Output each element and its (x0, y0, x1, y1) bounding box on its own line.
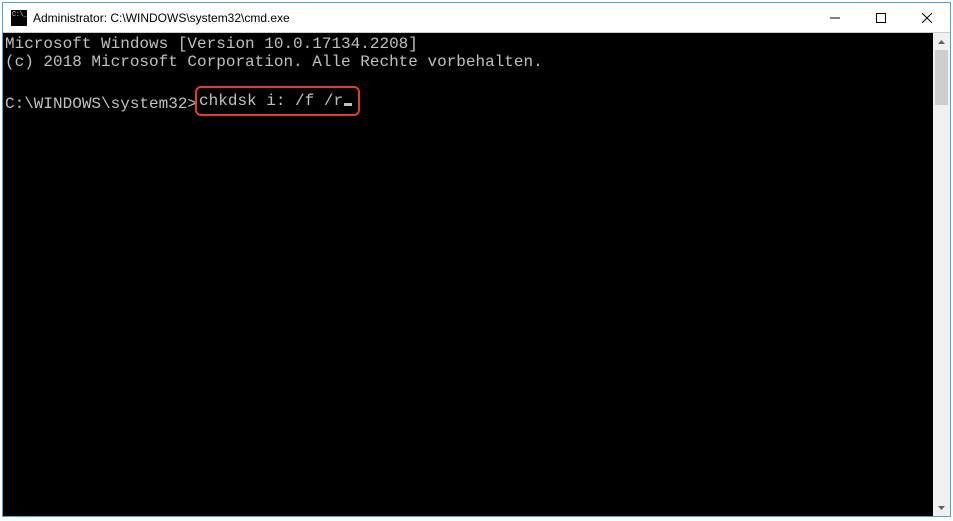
maximize-icon (876, 13, 886, 23)
window-title: Administrator: C:\WINDOWS\system32\cmd.e… (33, 11, 812, 25)
window-controls (812, 3, 950, 32)
close-button[interactable] (904, 3, 950, 32)
chevron-up-icon (938, 40, 945, 44)
cmd-window: Administrator: C:\WINDOWS\system32\cmd.e… (2, 2, 951, 517)
scroll-down-button[interactable] (933, 499, 950, 516)
maximize-button[interactable] (858, 3, 904, 32)
prompt-text: C:\WINDOWS\system32> (5, 95, 197, 113)
version-line: Microsoft Windows [Version 10.0.17134.22… (5, 35, 418, 53)
close-icon (922, 13, 932, 23)
command-highlight: chkdsk i: /f /r (195, 86, 360, 116)
command-text: chkdsk i: /f /r (199, 92, 343, 110)
copyright-line: (c) 2018 Microsoft Corporation. Alle Rec… (5, 53, 543, 71)
minimize-icon (830, 13, 840, 23)
scroll-up-button[interactable] (933, 33, 950, 50)
minimize-button[interactable] (812, 3, 858, 32)
console-output[interactable]: Microsoft Windows [Version 10.0.17134.22… (3, 33, 933, 516)
chevron-down-icon (938, 506, 945, 510)
console-area: Microsoft Windows [Version 10.0.17134.22… (3, 33, 950, 516)
scrollbar-thumb[interactable] (935, 50, 948, 105)
cmd-icon (11, 10, 27, 26)
cursor (344, 103, 352, 106)
vertical-scrollbar[interactable] (933, 33, 950, 516)
titlebar[interactable]: Administrator: C:\WINDOWS\system32\cmd.e… (3, 3, 950, 33)
